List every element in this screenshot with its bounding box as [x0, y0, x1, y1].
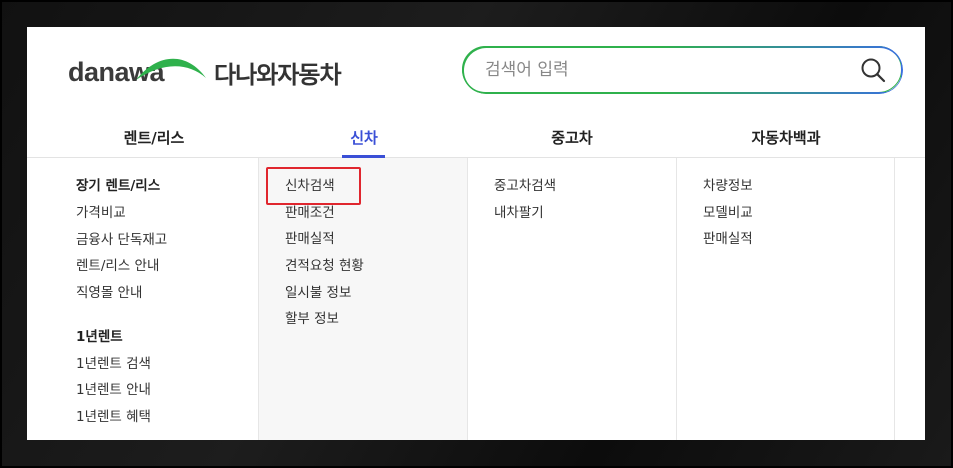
- mega-menu: 장기 렌트/리스 가격비교 금융사 단독재고 렌트/리스 안내 직영몰 안내 1…: [27, 158, 925, 440]
- service-name: 다나와자동차: [214, 60, 341, 89]
- column-new-car: 신차검색 판매조건 판매실적 견적요청 현황 일시불 정보 할부 정보: [259, 158, 468, 440]
- tab-new-car[interactable]: 신차: [350, 127, 378, 148]
- link-1year-search[interactable]: 1년렌트 검색: [76, 353, 167, 380]
- tab-used-car[interactable]: 중고차: [551, 127, 592, 148]
- danawa-logo[interactable]: danawa 다나와자동차: [68, 52, 342, 92]
- search-icon: [861, 58, 886, 83]
- link-price-compare[interactable]: 가격비교: [76, 202, 167, 229]
- link-new-car-search[interactable]: 신차검색: [285, 175, 364, 202]
- link-rent-guide[interactable]: 렌트/리스 안내: [76, 255, 167, 282]
- search-button[interactable]: [859, 56, 887, 84]
- link-encyclopedia-sales[interactable]: 판매실적: [703, 228, 753, 255]
- link-sell-my-car[interactable]: 내차팔기: [494, 202, 556, 229]
- search-bar: [462, 46, 902, 93]
- tab-rent-lease[interactable]: 렌트/리스: [124, 127, 185, 148]
- column-rent-lease: 장기 렌트/리스 가격비교 금융사 단독재고 렌트/리스 안내 직영몰 안내 1…: [50, 158, 259, 440]
- column-used-car: 중고차검색 내차팔기: [468, 158, 677, 440]
- link-1year-benefit[interactable]: 1년렌트 혜택: [76, 406, 167, 433]
- search-input[interactable]: [485, 59, 845, 80]
- column-cutoff: [895, 158, 925, 440]
- tab-car-encyclopedia[interactable]: 자동차백과: [751, 127, 820, 148]
- link-sales-conditions[interactable]: 판매조건: [285, 202, 364, 229]
- link-direct-mall[interactable]: 직영몰 안내: [76, 282, 167, 309]
- group-title-long-rent: 장기 렌트/리스: [76, 178, 161, 194]
- link-vehicle-info[interactable]: 차량정보: [703, 175, 753, 202]
- link-quote-status[interactable]: 견적요청 현황: [285, 255, 364, 282]
- link-installment-info[interactable]: 할부 정보: [285, 308, 364, 335]
- group-title-1year-rent: 1년렌트: [76, 328, 123, 345]
- menu-panel: danawa 다나와자동차 렌트/리스 신차 중고차 자동차백과 장기 렌트/리…: [27, 27, 925, 440]
- logo-wordmark: danawa: [68, 56, 165, 87]
- link-lump-sum-info[interactable]: 일시불 정보: [285, 282, 364, 309]
- main-nav: 렌트/리스 신차 중고차 자동차백과: [27, 121, 925, 158]
- link-sales-results[interactable]: 판매실적: [285, 228, 364, 255]
- column-encyclopedia: 차량정보 모델비교 판매실적: [677, 158, 895, 440]
- link-model-compare[interactable]: 모델비교: [703, 202, 753, 229]
- link-1year-guide[interactable]: 1년렌트 안내: [76, 379, 167, 406]
- link-used-car-search[interactable]: 중고차검색: [494, 175, 556, 202]
- link-exclusive-stock[interactable]: 금융사 단독재고: [76, 229, 167, 256]
